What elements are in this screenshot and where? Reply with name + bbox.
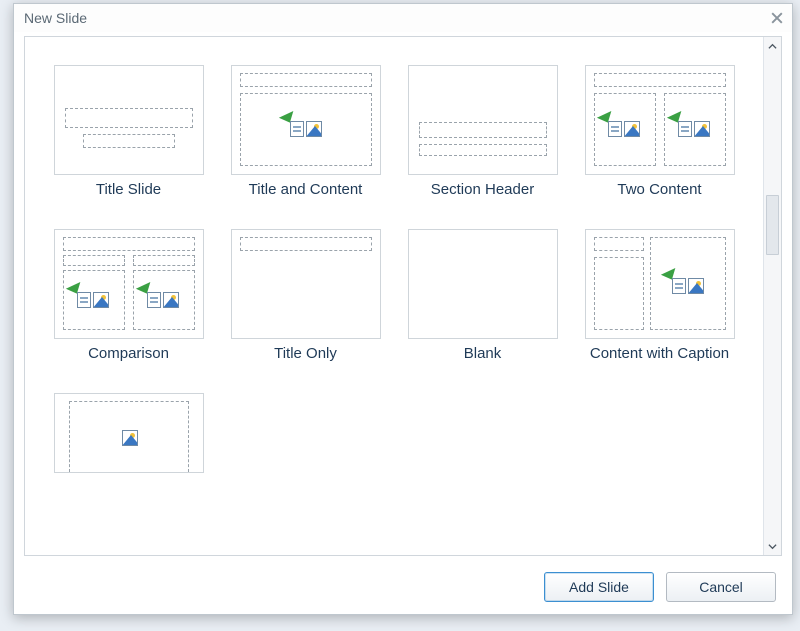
content-placeholder-icon: [608, 121, 640, 137]
layout-option-two-content[interactable]: Two Content: [582, 65, 737, 217]
titlebar: New Slide: [14, 4, 792, 32]
layout-option-content-with-caption[interactable]: Content with Caption: [582, 229, 737, 381]
layout-thumb: [54, 393, 204, 473]
scroll-handle[interactable]: [766, 195, 779, 255]
layout-thumb: [54, 65, 204, 175]
layout-thumb: [231, 65, 381, 175]
layout-label: Title Slide: [49, 181, 209, 217]
new-slide-dialog: New Slide Title Slide: [13, 3, 793, 615]
layout-label: Blank: [403, 345, 563, 381]
layout-label: Comparison: [49, 345, 209, 381]
scroll-down-icon[interactable]: [764, 537, 781, 555]
layout-label: Title Only: [226, 345, 386, 381]
content-placeholder-icon: [672, 278, 704, 294]
layout-gallery: Title Slide Title and Content: [25, 37, 763, 555]
layout-option-title-slide[interactable]: Title Slide: [51, 65, 206, 217]
vertical-scrollbar[interactable]: [763, 37, 781, 555]
cancel-button[interactable]: Cancel: [666, 572, 776, 602]
layout-label: Two Content: [580, 181, 740, 217]
scroll-track[interactable]: [766, 55, 779, 537]
layout-option-picture-with-caption[interactable]: [51, 393, 206, 479]
layout-label: Title and Content: [226, 181, 386, 217]
layout-picker: Title Slide Title and Content: [24, 36, 782, 556]
content-placeholder-icon: [678, 121, 710, 137]
layout-option-blank[interactable]: Blank: [405, 229, 560, 381]
layout-label: Section Header: [403, 181, 563, 217]
dialog-footer: Add Slide Cancel: [14, 560, 792, 614]
picture-placeholder-icon: [122, 430, 138, 446]
layout-option-title-only[interactable]: Title Only: [228, 229, 383, 381]
layout-thumb: [408, 65, 558, 175]
layout-thumb: [231, 229, 381, 339]
content-placeholder-icon: [147, 292, 179, 308]
layout-thumb: [54, 229, 204, 339]
dialog-title: New Slide: [24, 10, 87, 26]
layout-thumb: [585, 65, 735, 175]
layout-option-comparison[interactable]: Comparison: [51, 229, 206, 381]
scroll-up-icon[interactable]: [764, 37, 781, 55]
add-slide-button[interactable]: Add Slide: [544, 572, 654, 602]
layout-option-title-and-content[interactable]: Title and Content: [228, 65, 383, 217]
content-placeholder-icon: [77, 292, 109, 308]
layout-thumb: [585, 229, 735, 339]
layout-thumb: [408, 229, 558, 339]
layout-label: Content with Caption: [580, 345, 740, 381]
close-icon[interactable]: [768, 9, 786, 27]
layout-option-section-header[interactable]: Section Header: [405, 65, 560, 217]
content-placeholder-icon: [290, 121, 322, 137]
